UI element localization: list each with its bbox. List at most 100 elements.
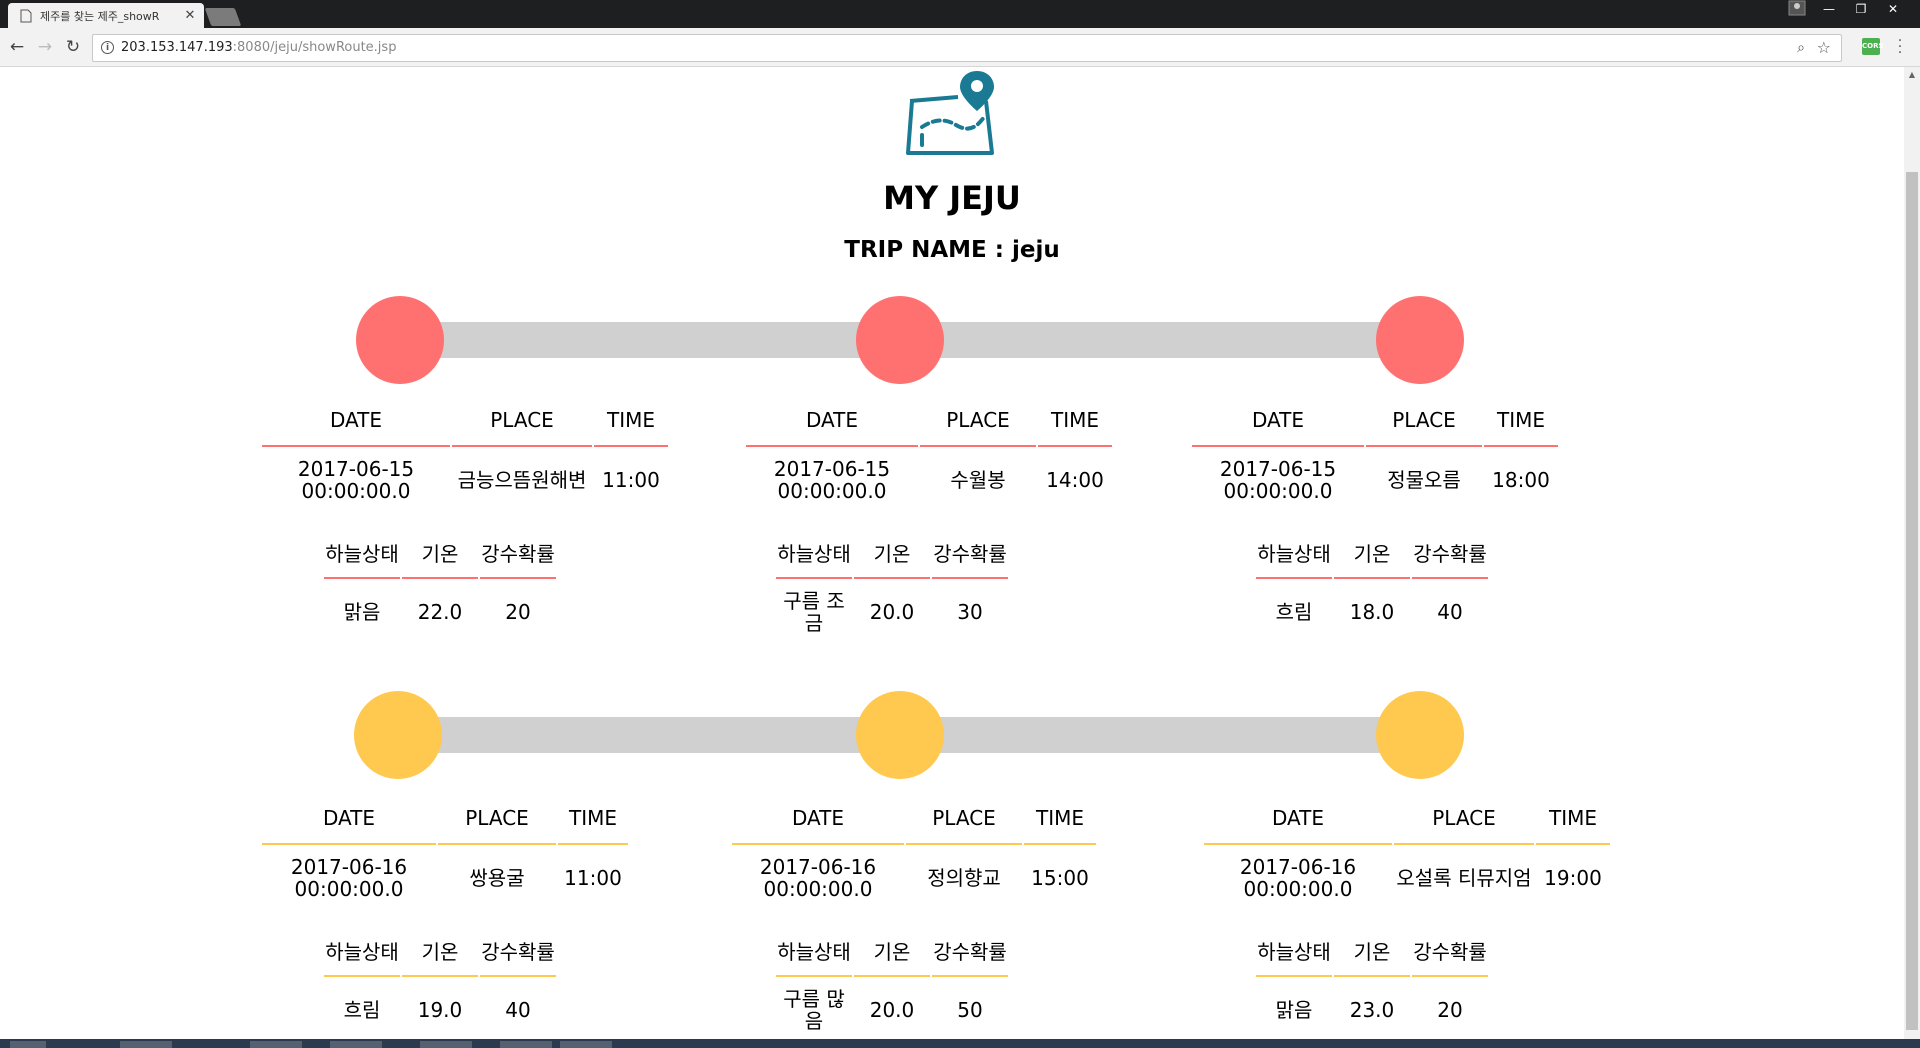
browser-titlebar: 제주를 찾는 제주_showR ✕ — ❐ ✕: [0, 0, 1920, 28]
sky-header: 하늘상태: [1256, 925, 1332, 977]
route-stop-marker[interactable]: [1376, 691, 1464, 779]
tab-close-icon[interactable]: ✕: [182, 8, 198, 23]
place-header: PLACE: [920, 395, 1036, 447]
rain-header: 강수확률: [480, 925, 556, 977]
temp-header: 기온: [402, 527, 478, 579]
stop-time: 11:00: [602, 468, 660, 492]
sky-header: 하늘상태: [324, 527, 400, 579]
stop-info-table: DATE PLACE TIME 2017-06-15 00:00:00.0 수월봉 14…: [744, 395, 1114, 513]
route-stop-marker[interactable]: [856, 691, 944, 779]
stop-place: 쌍용굴: [469, 866, 525, 890]
weather-rain: 20: [505, 600, 531, 624]
weather-sky: 맑음: [1275, 998, 1313, 1022]
weather-table: 하늘상태 기온 강수확률 구름 많음 20.0 50: [774, 925, 1010, 1039]
stop-date: 2017-06-16 00:00:00.0: [759, 855, 877, 901]
date-header: DATE: [262, 793, 436, 845]
time-header: TIME: [558, 793, 628, 845]
tab-title: 제주를 찾는 제주_showR: [40, 9, 160, 23]
sky-header: 하늘상태: [1256, 527, 1332, 579]
forward-arrow-icon[interactable]: →: [34, 36, 56, 58]
start-button[interactable]: [10, 1041, 46, 1048]
temp-header: 기온: [854, 527, 930, 579]
weather-sky: 구름 조금: [783, 589, 845, 635]
stop-time: 18:00: [1492, 468, 1550, 492]
route-stop-marker[interactable]: [354, 691, 442, 779]
weather-temp: 18.0: [1349, 600, 1395, 624]
page-title: MY JEJU: [883, 179, 1021, 217]
minimize-button[interactable]: —: [1814, 0, 1844, 20]
date-header: DATE: [746, 395, 918, 447]
trip-name: TRIP NAME : jeju: [844, 237, 1060, 263]
weather-rain: 40: [505, 998, 531, 1022]
rain-header: 강수확률: [932, 925, 1008, 977]
reload-icon[interactable]: ↻: [62, 36, 84, 58]
weather-temp: 20.0: [869, 600, 915, 624]
weather-sky: 구름 많음: [783, 987, 845, 1033]
taskbar-app[interactable]: [420, 1041, 472, 1048]
stop-time: 15:00: [1031, 866, 1089, 890]
stop-place: 정의향교: [927, 866, 1001, 890]
sky-header: 하늘상태: [324, 925, 400, 977]
time-header: TIME: [594, 395, 668, 447]
stop-date: 2017-06-15 00:00:00.0: [297, 457, 415, 503]
date-header: DATE: [732, 793, 904, 845]
rain-header: 강수확률: [1412, 925, 1488, 977]
stop-date: 2017-06-15 00:00:00.0: [1219, 457, 1337, 503]
browser-menu-icon[interactable]: · · ·: [1895, 34, 1905, 60]
taskbar-app[interactable]: [560, 1041, 612, 1048]
place-header: PLACE: [1366, 395, 1482, 447]
stop-info-table: DATE PLACE TIME 2017-06-16 00:00:00.0 오설록 티…: [1202, 793, 1612, 911]
info-icon[interactable]: i: [101, 41, 114, 54]
stop-place: 수월봉: [950, 468, 1006, 492]
stop-time: 14:00: [1046, 468, 1104, 492]
stop-date: 2017-06-15 00:00:00.0: [773, 457, 891, 503]
route-stop-marker[interactable]: [1376, 296, 1464, 384]
place-header: PLACE: [1394, 793, 1534, 845]
scrollbar-thumb[interactable]: [1906, 172, 1918, 1030]
stop-info-table: DATE PLACE TIME 2017-06-15 00:00:00.0 금능으뜸원…: [260, 395, 670, 513]
place-header: PLACE: [906, 793, 1022, 845]
address-bar[interactable]: i 203.153.147.193:8080/jeju/showRoute.js…: [92, 34, 1842, 62]
weather-temp: 22.0: [417, 600, 463, 624]
rain-header: 강수확률: [932, 527, 1008, 579]
weather-temp: 20.0: [869, 998, 915, 1022]
date-header: DATE: [1192, 395, 1364, 447]
stop-info-table: DATE PLACE TIME 2017-06-15 00:00:00.0 정물오름 1…: [1190, 395, 1560, 513]
weather-rain: 40: [1437, 600, 1463, 624]
weather-table: 하늘상태 기온 강수확률 맑음 22.0 20: [322, 527, 558, 645]
profile-icon[interactable]: [1782, 0, 1812, 20]
taskbar-app[interactable]: [120, 1041, 172, 1048]
bookmark-star-icon[interactable]: ☆: [1817, 35, 1831, 61]
browser-tab[interactable]: 제주를 찾는 제주_showR ✕: [8, 3, 204, 28]
taskbar-app[interactable]: [500, 1041, 552, 1048]
temp-header: 기온: [854, 925, 930, 977]
weather-table: 하늘상태 기온 강수확률 구름 조금 20.0 30: [774, 527, 1010, 645]
date-header: DATE: [262, 395, 450, 447]
stop-time: 11:00: [564, 866, 622, 890]
weather-rain: 50: [957, 998, 983, 1022]
zoom-icon[interactable]: ⌕: [1797, 35, 1805, 61]
stop-place: 오설록 티뮤지엄: [1396, 866, 1532, 890]
taskbar-app[interactable]: [330, 1041, 382, 1048]
temp-header: 기온: [1334, 925, 1410, 977]
scroll-up-arrow-icon[interactable]: ▲: [1906, 70, 1918, 79]
route-stop-marker[interactable]: [856, 296, 944, 384]
stop-time: 19:00: [1544, 866, 1602, 890]
weather-rain: 20: [1437, 998, 1463, 1022]
url-text: 203.153.147.193:8080/jeju/showRoute.jsp: [121, 40, 397, 55]
time-header: TIME: [1024, 793, 1096, 845]
weather-rain: 30: [957, 600, 983, 624]
weather-table: 하늘상태 기온 강수확률 맑음 23.0 20: [1254, 925, 1490, 1039]
sky-header: 하늘상태: [776, 925, 852, 977]
date-header: DATE: [1204, 793, 1392, 845]
close-window-button[interactable]: ✕: [1878, 0, 1908, 20]
cors-extension-icon[interactable]: CORS: [1862, 38, 1884, 55]
route-stop-marker[interactable]: [356, 296, 444, 384]
taskbar-app[interactable]: [250, 1041, 302, 1048]
rain-header: 강수확률: [480, 527, 556, 579]
weather-sky: 흐림: [343, 998, 381, 1022]
stop-date: 2017-06-16 00:00:00.0: [290, 855, 408, 901]
new-tab-button[interactable]: [204, 8, 242, 26]
maximize-button[interactable]: ❐: [1846, 0, 1876, 20]
back-arrow-icon[interactable]: ←: [6, 36, 28, 58]
